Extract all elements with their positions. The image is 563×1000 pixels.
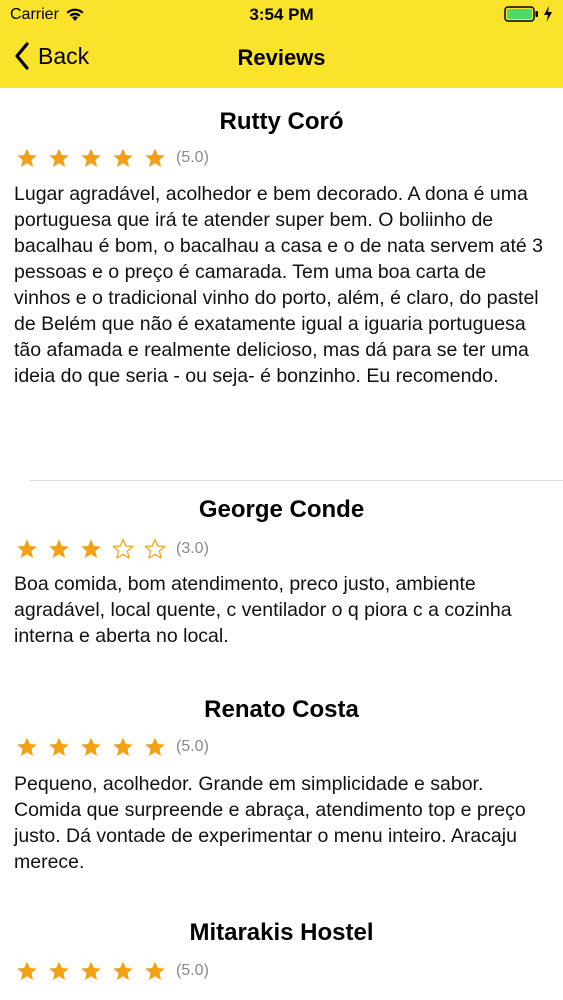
reviewer-name: George Conde <box>198 496 365 523</box>
clock: 3:54 PM <box>249 5 314 24</box>
star-filled-icon <box>17 539 37 558</box>
rating-value: (5.0) <box>176 149 209 166</box>
top-bar: Carrier 3:54 PM Back Reviews <box>0 0 563 88</box>
star-filled-icon <box>81 148 101 167</box>
star-rating: (5.0) <box>16 147 209 169</box>
star-filled-icon <box>49 148 69 167</box>
navigation-bar: Back Reviews <box>0 30 563 88</box>
star-filled-icon <box>145 148 165 167</box>
star-filled-icon <box>145 961 165 980</box>
star-filled-icon <box>81 737 101 756</box>
review-text: Boa comida, bom atendimento, preco justo… <box>14 573 512 647</box>
battery-icon <box>504 6 538 22</box>
star-filled-icon <box>81 539 101 558</box>
rating-value: (5.0) <box>176 738 209 755</box>
star-filled-icon <box>17 148 37 167</box>
rating-value: (3.0) <box>176 540 209 557</box>
reviewer-name: Renato Costa <box>204 696 359 723</box>
review-item: Rutty Coró (5.0) Lugar agradável, acolhe… <box>0 88 563 483</box>
review-item: Mitarakis Hostel (5.0) <box>0 908 563 1000</box>
star-filled-icon <box>17 961 37 980</box>
star-filled-icon <box>113 737 133 756</box>
battery-indicator <box>504 6 553 22</box>
star-empty-icon <box>112 538 134 559</box>
star-filled-icon <box>81 961 101 980</box>
star-filled-icon <box>49 961 69 980</box>
star-rating: (3.0) <box>16 538 209 560</box>
rating-value: (5.0) <box>176 962 209 979</box>
star-filled-icon <box>49 539 69 558</box>
divider <box>30 480 563 481</box>
star-filled-icon <box>113 148 133 167</box>
star-empty-icon <box>144 538 166 559</box>
star-filled-icon <box>49 737 69 756</box>
review-text: Pequeno, acolhedor. Grande em simplicida… <box>14 773 526 873</box>
reviewer-name: Mitarakis Hostel <box>189 919 374 946</box>
star-rating: (5.0) <box>16 736 209 758</box>
star-filled-icon <box>17 737 37 756</box>
star-rating: (5.0) <box>16 960 209 982</box>
page-title: Reviews <box>237 45 326 70</box>
star-filled-icon <box>113 961 133 980</box>
status-bar: Carrier 3:54 PM <box>0 0 563 30</box>
review-item: George Conde (3.0) Boa comida, bom atend… <box>0 483 563 683</box>
review-item: Renato Costa (5.0) Pequeno, acolhedor. G… <box>0 683 563 908</box>
star-filled-icon <box>145 737 165 756</box>
charging-bolt-icon <box>544 6 552 22</box>
reviewer-name: Rutty Coró <box>219 108 344 135</box>
review-text: Lugar agradável, acolhedor e bem decorad… <box>14 183 544 387</box>
